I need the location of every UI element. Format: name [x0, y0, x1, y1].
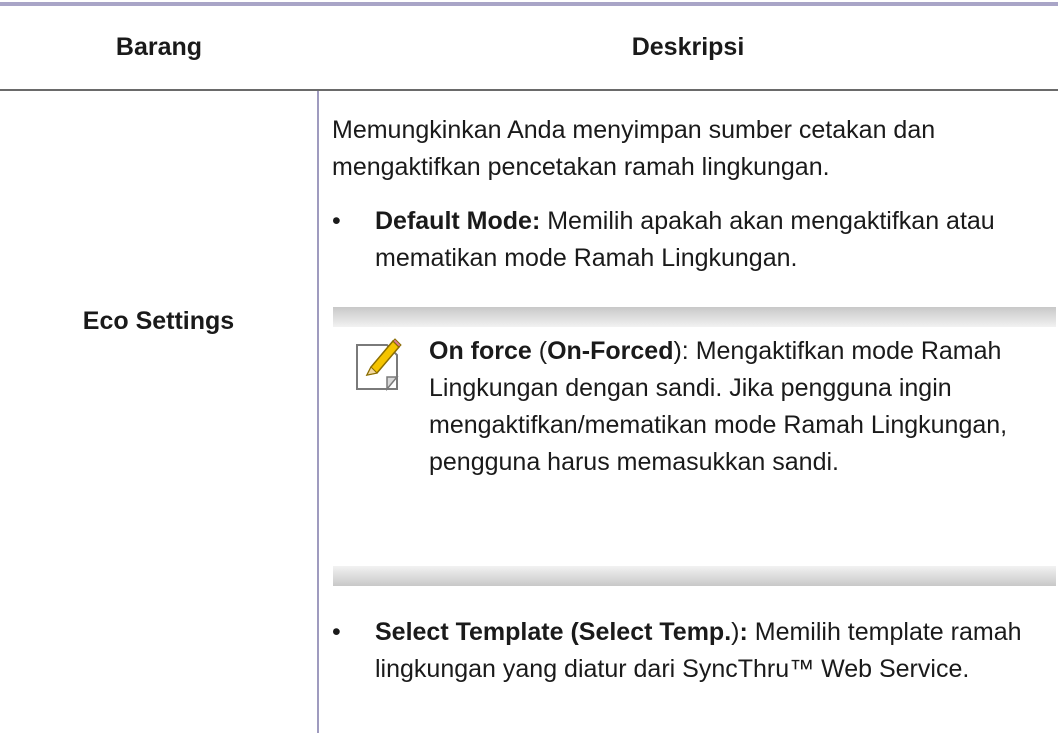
- note-label: On force: [429, 337, 532, 365]
- list-item-label: Default Mode:: [375, 207, 541, 235]
- note-label-short: On-Forced: [547, 337, 674, 365]
- note-text: On force (On-Forced): Mengaktifkan mode …: [429, 333, 1044, 481]
- list-item-colon: :: [739, 618, 748, 646]
- bullet-icon: •: [332, 618, 341, 646]
- row-description-intro: Memungkinkan Anda menyimpan sumber cetak…: [332, 116, 936, 181]
- table-header: Barang Deskripsi: [0, 6, 1058, 89]
- note-paren: (: [531, 337, 548, 365]
- row-item-name: Eco Settings: [82, 306, 235, 335]
- note-box: On force (On-Forced): Mengaktifkan mode …: [333, 307, 1056, 586]
- note-pencil-icon: [356, 338, 402, 392]
- note-bottom-band: [333, 566, 1056, 586]
- list-item-label: Select Template (Select Temp.: [375, 618, 732, 646]
- list-item-text: Default Mode: Memilih apakah akan mengak…: [375, 203, 1057, 277]
- column-header-description: Deskripsi: [631, 33, 745, 61]
- list-item-text: Select Template (Select Temp.): Memilih …: [375, 614, 1057, 688]
- column-header-item: Barang: [115, 33, 203, 61]
- bullet-icon: •: [332, 207, 341, 235]
- column-divider: [317, 91, 319, 733]
- note-top-band: [333, 307, 1056, 327]
